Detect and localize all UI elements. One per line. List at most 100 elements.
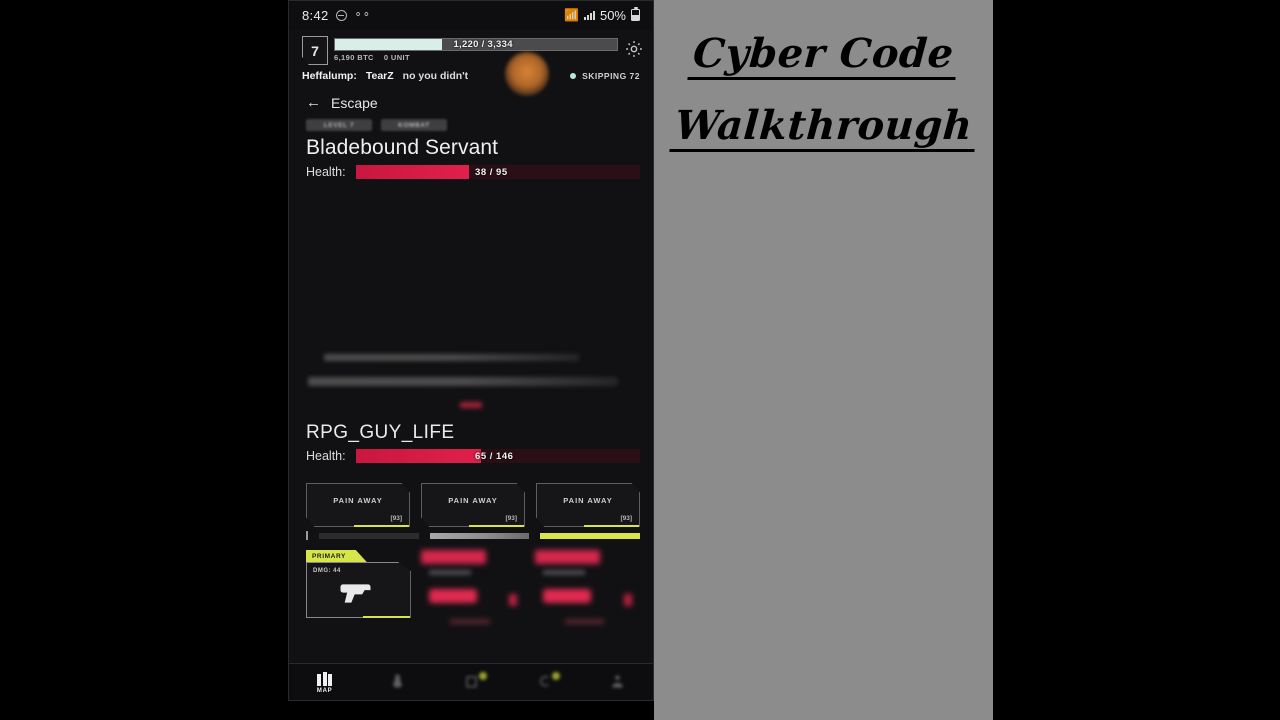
player-health-row: Health: 65 / 146: [288, 444, 654, 463]
enemy-tag-level: LEVEL 7: [306, 119, 372, 131]
pistol-icon: [340, 584, 371, 603]
nav-label-map: MAP: [316, 687, 333, 694]
battery-icon: [631, 7, 640, 21]
enemy-tag-kombat: KOMBAT: [381, 119, 447, 131]
player-health-text: 65 / 146: [475, 450, 514, 462]
gear-icon[interactable]: [624, 39, 644, 59]
character-icon: [612, 675, 623, 688]
weapon-ammo-bar: [363, 616, 410, 618]
weapon-damage-label: DMG: 44: [313, 568, 341, 574]
weapon-icon-blurred: [428, 589, 477, 603]
item-name: PAIN AWAY: [448, 496, 498, 505]
phone-screen: 8:42 ⚬⚬ 📶 50% 7 1,220 / 3,334 6,190 BTC: [288, 0, 654, 701]
weapon-card[interactable]: DMG: 44: [306, 562, 411, 618]
xp-progress-text: 1,220 / 3,334: [453, 39, 513, 50]
chat-message: Heffalump: TearZ no you didn't: [302, 70, 468, 82]
combat-log: [288, 354, 654, 408]
player-health-bar: 65 / 146: [355, 449, 640, 463]
item-track: [319, 532, 419, 539]
item-card[interactable]: PAIN AWAY [93]: [421, 483, 525, 527]
title-line-2: Walkthrough: [669, 102, 978, 152]
quests-icon: [539, 675, 549, 687]
item-quantity: [93]: [505, 515, 517, 522]
weapon-icon-blurred: [543, 589, 592, 603]
enemy-name: Bladebound Servant: [306, 136, 499, 159]
back-nav[interactable]: ← Escape: [288, 82, 654, 117]
weapon-tab-blurred: [420, 550, 486, 564]
weapon-foot-blurred: [449, 619, 490, 624]
weapon-accent-blurred: [623, 594, 632, 606]
inventory-icon: [465, 676, 477, 688]
combat-log-line: [324, 354, 579, 361]
chat-username: Heffalump:: [302, 70, 357, 82]
do-not-disturb-icon: [335, 9, 347, 21]
screenshot-root: Cyber Code Walkthrough 8:42 ⚬⚬ 📶 50% 7 1…: [0, 0, 1280, 720]
skipping-label: SKIPPING 72: [582, 71, 640, 81]
potion-icon: [393, 674, 402, 688]
xp-progress-fill: [335, 39, 443, 50]
nav-item-inventory[interactable]: [434, 672, 507, 691]
weapon-slot-secondary[interactable]: [420, 550, 526, 624]
android-status-bar: 8:42 ⚬⚬ 📶 50%: [288, 0, 654, 30]
arrow-left-icon[interactable]: ←: [306, 94, 321, 111]
chat-row: Heffalump: TearZ no you didn't SKIPPING …: [288, 67, 654, 82]
weapon-sublabel-blurred: [543, 570, 586, 575]
item-card[interactable]: PAIN AWAY [93]: [536, 483, 640, 527]
item-track: [429, 532, 530, 539]
weapon-tab-label: PRIMARY: [306, 550, 367, 562]
xp-progress-bar[interactable]: 1,220 / 3,334: [334, 38, 618, 51]
notification-badge-icon: [552, 672, 561, 680]
notification-badge-icon: [479, 672, 488, 680]
status-dot-icon: [570, 73, 577, 79]
enemy-health-row: Health: 38 / 95: [288, 160, 654, 179]
currency-unit: 0 UNIT: [383, 53, 411, 62]
nav-item-quests[interactable]: [508, 672, 581, 691]
signal-bars-icon: [583, 10, 595, 20]
weapon-sublabel-blurred: [428, 570, 471, 575]
currency-row: 6,190 BTC 0 UNIT: [334, 53, 618, 62]
item-track: [540, 532, 641, 539]
combat-log-highlight: [460, 402, 482, 408]
chat-text: no you didn't: [402, 70, 469, 82]
item-name: PAIN AWAY: [333, 496, 383, 505]
status-bar-right: 📶 50%: [564, 7, 640, 23]
nav-item-character[interactable]: [581, 674, 654, 691]
video-title: Cyber Code Walkthrough: [654, 30, 993, 178]
weapon-accent-blurred: [508, 594, 517, 606]
combat-log-line: [308, 377, 618, 386]
nav-item-map[interactable]: MAP: [288, 671, 361, 694]
enemy-health-text: 38 / 95: [475, 166, 508, 178]
enemy-tags: LEVEL 7 KOMBAT: [288, 117, 654, 131]
weapon-tab-blurred: [535, 550, 601, 564]
enemy-health-bar: 38 / 95: [355, 165, 640, 179]
weapon-foot-blurred: [564, 619, 605, 624]
weapon-slot-tertiary[interactable]: [535, 550, 640, 624]
bottom-navigation: MAP: [288, 663, 654, 701]
item-quantity: [93]: [390, 515, 402, 522]
weapon-row: PRIMARY DMG: 44: [288, 540, 654, 624]
item-card-row: PAIN AWAY [93] PAIN AWAY [93] PAIN AWAY …: [288, 463, 654, 527]
item-card[interactable]: PAIN AWAY [93]: [306, 483, 410, 527]
enemy-health-label: Health:: [306, 165, 346, 179]
clock: 8:42: [302, 7, 329, 23]
level-badge: 7: [302, 36, 328, 65]
map-icon: [317, 671, 333, 686]
player-health-label: Health:: [306, 449, 346, 463]
weapon-slot-primary[interactable]: PRIMARY DMG: 44: [306, 550, 411, 618]
back-label: Escape: [331, 94, 378, 111]
chat-target: TearZ: [365, 70, 394, 82]
status-bar-left: 8:42 ⚬⚬: [302, 7, 371, 23]
xp-column: 1,220 / 3,334 6,190 BTC 0 UNIT: [334, 36, 618, 62]
currency-btc: 6,190 BTC: [334, 53, 374, 62]
skipping-status[interactable]: SKIPPING 72: [570, 71, 640, 81]
battery-percent: 50%: [599, 7, 626, 23]
title-line-1: Cyber Code: [687, 30, 960, 80]
wifi-off-icon: 📶: [564, 8, 579, 22]
track-tick: [306, 531, 308, 540]
nav-item-potion[interactable]: [361, 674, 434, 691]
item-quantity: [93]: [620, 515, 632, 522]
item-name: PAIN AWAY: [563, 496, 613, 505]
item-track-row: [288, 527, 654, 540]
glasses-icon: ⚬⚬: [353, 8, 371, 21]
xp-header: 7 1,220 / 3,334 6,190 BTC 0 UNIT: [288, 30, 654, 96]
